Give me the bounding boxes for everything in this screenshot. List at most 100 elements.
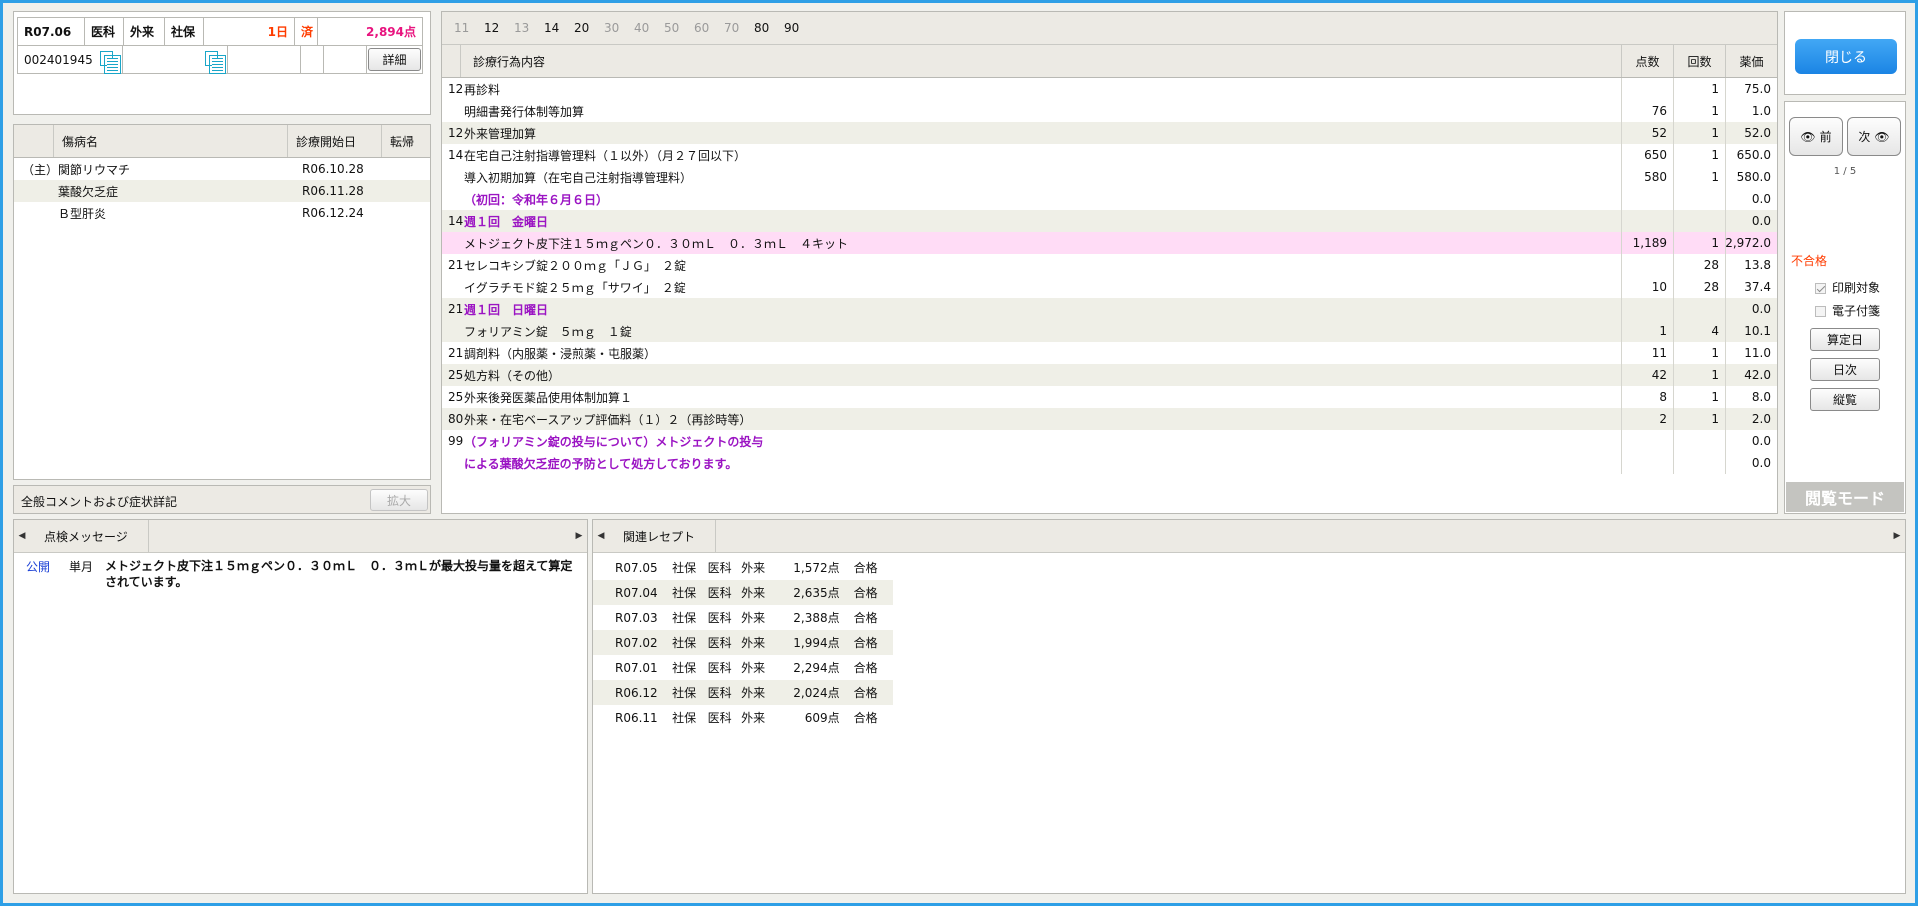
tab-80[interactable]: 80 xyxy=(754,21,784,35)
scroll-right-icon[interactable]: ▶ xyxy=(571,531,587,541)
row-price: 1.0 xyxy=(1725,100,1777,122)
tab-30[interactable]: 30 xyxy=(604,21,634,35)
disease-row[interactable]: 葉酸欠乏症 R06.11.28 xyxy=(14,180,430,202)
points-column[interactable]: 点数 xyxy=(1621,45,1673,77)
treatment-row[interactable]: による葉酸欠乏症の予防として処方しております。 0.0 xyxy=(442,452,1777,474)
list-button[interactable]: 縦覧 xyxy=(1810,388,1880,411)
row-count: 1 xyxy=(1673,364,1725,386)
row-name: （初回：令和年６月６日） xyxy=(464,192,609,207)
row-points xyxy=(1621,452,1673,474)
check-message-item[interactable]: 公開 単月 メトジェクト皮下注１５ｍｇペン０．３０ｍＬ ０．３ｍＬが最大投与量を… xyxy=(14,553,587,590)
treatment-row[interactable]: 導入初期加算（在宅自己注射指導管理料） 580 1 580.0 xyxy=(442,166,1777,188)
tab-70[interactable]: 70 xyxy=(724,21,754,35)
treatment-row[interactable]: イグラチモド錠２５ｍｇ「サワイ」 ２錠 10 28 37.4 xyxy=(442,276,1777,298)
print-target-option[interactable]: 印刷対象 xyxy=(1815,279,1880,296)
related-receipts-panel: ◀ 関連レセプト ▶ R07.05 社保 医科 外来 1,572点 合格 R07.04 社保医… xyxy=(592,519,1906,894)
treatment-row[interactable]: 21 調剤料（内服薬・浸煎薬・屯服薬） 11 1 11.0 xyxy=(442,342,1777,364)
related-receipt-row[interactable]: R07.04 社保 医科 外来 2,635点 合格 xyxy=(593,580,893,605)
related-receipt-row[interactable]: R07.05 社保 医科 外来 1,572点 合格 xyxy=(593,555,893,580)
tab-14[interactable]: 14 xyxy=(544,21,574,35)
treatment-row[interactable]: 80 外来・在宅ベースアップ評価料（１）２（再診時等） 2 1 2.0 xyxy=(442,408,1777,430)
tab-50[interactable]: 50 xyxy=(664,21,694,35)
expand-button[interactable]: 拡大 xyxy=(370,489,428,511)
memo-icon[interactable] xyxy=(205,50,226,74)
row-points: 10 xyxy=(1621,276,1673,298)
related-result: 合格 xyxy=(853,636,878,650)
row-count: 1 xyxy=(1673,232,1725,254)
tab-60[interactable]: 60 xyxy=(694,21,724,35)
row-name: 週１回 金曜日 xyxy=(464,214,549,229)
e-note-option[interactable]: 電子付箋 xyxy=(1815,302,1880,319)
detail-button[interactable]: 詳細 xyxy=(368,48,421,71)
related-receipt-row[interactable]: R07.03 社保 医科 外来 2,388点 合格 xyxy=(593,605,893,630)
row-count: 1 xyxy=(1673,122,1725,144)
prev-button[interactable]: 👁︎ 前 xyxy=(1789,117,1843,156)
row-count xyxy=(1673,188,1725,210)
related-receipt-row[interactable]: R07.02 社保 医科 外来 1,994点 合格 xyxy=(593,630,893,655)
disease-row[interactable]: （主） 関節リウマチ R06.10.28 xyxy=(14,158,430,180)
treatment-row[interactable]: 明細書発行体制等加算 76 1 1.0 xyxy=(442,100,1777,122)
related-receipt-row[interactable]: R06.12 社保 医科 外来 2,024点 合格 xyxy=(593,680,893,705)
row-name: 在宅自己注射指導管理料（１以外）（月２７回以下） xyxy=(464,148,747,163)
treatment-row[interactable]: 99 （フォリアミン錠の投与について）メトジェクトの投与 0.0 xyxy=(442,430,1777,452)
treatment-row[interactable]: メトジェクト皮下注１５ｍｇペン０．３０ｍＬ ０．３ｍＬ ４キット 1,189 1 2,… xyxy=(442,232,1777,254)
related-date: R07.03 xyxy=(615,610,658,625)
next-label: 次 xyxy=(1858,130,1871,144)
tab-11[interactable]: 11 xyxy=(454,21,484,35)
treatment-row[interactable]: 25 外来後発医薬品使用体制加算１ 8 1 8.0 xyxy=(442,386,1777,408)
treatment-row[interactable]: 14 在宅自己注射指導管理料（１以外）（月２７回以下） 650 1 650.0 xyxy=(442,144,1777,166)
row-price: 75.0 xyxy=(1725,78,1777,100)
tab-13[interactable]: 13 xyxy=(514,21,544,35)
tab-12[interactable]: 12 xyxy=(484,21,514,35)
scroll-right-icon[interactable]: ▶ xyxy=(1889,531,1905,541)
content-column[interactable]: 診療行為内容 xyxy=(460,45,1621,77)
detail-cell: 詳細 xyxy=(366,45,423,74)
row-code: 12 xyxy=(448,82,464,96)
scroll-left-icon[interactable]: ◀ xyxy=(14,531,30,541)
print-target-checkbox[interactable] xyxy=(1815,283,1826,294)
related-insurance: 社保 xyxy=(672,661,697,675)
related-date: R07.05 xyxy=(615,560,658,575)
price-column[interactable]: 薬価 xyxy=(1725,45,1777,77)
related-date: R07.04 xyxy=(615,585,658,600)
related-result: 合格 xyxy=(853,661,878,675)
e-note-checkbox[interactable] xyxy=(1815,306,1826,317)
related-setting: 外来 xyxy=(741,636,766,650)
row-name: 週１回 日曜日 xyxy=(464,302,549,317)
memo-icon[interactable] xyxy=(100,50,121,74)
message-text: メトジェクト皮下注１５ｍｇペン０．３０ｍＬ ０．３ｍＬが最大投与量を超えて算定さ… xyxy=(105,559,573,589)
row-name: 導入初期加算（在宅自己注射指導管理料） xyxy=(464,170,693,185)
daily-button[interactable]: 日次 xyxy=(1810,358,1880,381)
calc-day-button[interactable]: 算定日 xyxy=(1810,328,1880,351)
treatment-row[interactable]: 21 セレコキシブ錠２００ｍｇ「ＪＧ」 ２錠 28 13.8 xyxy=(442,254,1777,276)
close-button[interactable]: 閉じる xyxy=(1795,39,1897,74)
disease-outcome-column[interactable]: 転帰 xyxy=(382,125,430,157)
count-column[interactable]: 回数 xyxy=(1673,45,1725,77)
treatment-row[interactable]: （初回：令和年６月６日） 0.0 xyxy=(442,188,1777,210)
comment-bar: 全般コメントおよび症状詳記 拡大 xyxy=(13,485,431,514)
treatment-row[interactable]: 21 週１回 日曜日 0.0 xyxy=(442,298,1777,320)
disease-mark: （主） xyxy=(22,162,59,177)
row-points: 1 xyxy=(1621,320,1673,342)
related-receipt-row[interactable]: R07.01 社保 医科 外来 2,294点 合格 xyxy=(593,655,893,680)
tab-check-messages[interactable]: 点検メッセージ xyxy=(30,520,149,552)
treatment-row[interactable]: 25 処方料（その他） 42 1 42.0 xyxy=(442,364,1777,386)
row-code: 12 xyxy=(448,126,464,140)
treatment-row[interactable]: 12 再診料 1 75.0 xyxy=(442,78,1777,100)
treatment-row[interactable]: 14 週１回 金曜日 0.0 xyxy=(442,210,1777,232)
treatment-row[interactable]: フォリアミン錠 ５ｍｇ １錠 1 4 10.1 xyxy=(442,320,1777,342)
related-setting: 外来 xyxy=(741,661,766,675)
scroll-left-icon[interactable]: ◀ xyxy=(593,531,609,541)
disease-start-column[interactable]: 診療開始日 xyxy=(288,125,382,157)
disease-row[interactable]: Ｂ型肝炎 R06.12.24 xyxy=(14,202,430,224)
tab-related-receipts[interactable]: 関連レセプト xyxy=(609,520,717,552)
tab-20[interactable]: 20 xyxy=(574,21,604,35)
row-price: 13.8 xyxy=(1725,254,1777,276)
related-setting: 外来 xyxy=(741,561,766,575)
tab-90[interactable]: 90 xyxy=(784,21,814,35)
related-receipt-row[interactable]: R06.11 社保 医科 外来 609点 合格 xyxy=(593,705,893,730)
next-button[interactable]: 次 👁︎ xyxy=(1847,117,1901,156)
disease-name-column[interactable]: 傷病名 xyxy=(54,125,288,157)
treatment-row[interactable]: 12 外来管理加算 52 1 52.0 xyxy=(442,122,1777,144)
tab-40[interactable]: 40 xyxy=(634,21,664,35)
